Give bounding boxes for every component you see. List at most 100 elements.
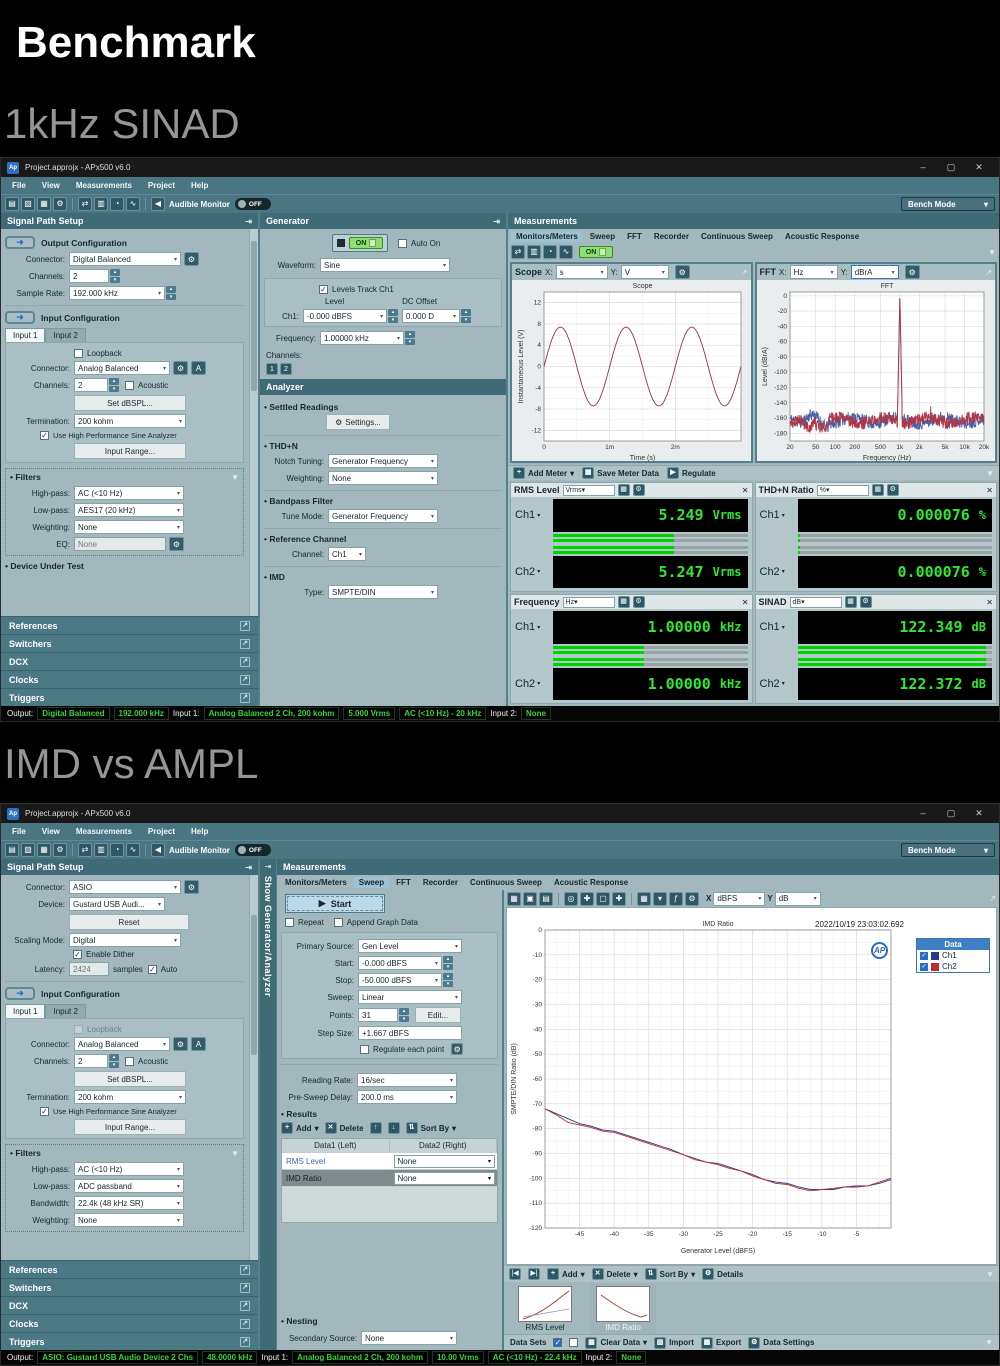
weighting-select[interactable]: None▾ <box>74 1213 184 1227</box>
frequency-stepper[interactable]: ▴▾ <box>405 331 415 345</box>
sweep-type-select[interactable]: Linear▾ <box>358 990 462 1004</box>
ch2-selector[interactable]: Ch2▾ <box>760 566 794 578</box>
tab-fft[interactable]: FFT <box>391 877 416 888</box>
legend-ch2[interactable]: ✓Ch2 <box>917 961 989 972</box>
details-button[interactable]: ⚙Details <box>702 1268 743 1280</box>
fft-x-select[interactable]: Hz▾ <box>790 265 838 279</box>
add-result-button[interactable]: +Add▾ <box>281 1122 319 1134</box>
menu-help[interactable]: Help <box>184 181 215 190</box>
meters-icon[interactable]: ▥ <box>94 843 108 857</box>
save-meter-data-button[interactable]: ▦Save Meter Data <box>582 467 659 479</box>
sidebar-item-references[interactable]: References↗ <box>1 1260 258 1278</box>
tab-acoustic-response[interactable]: Acoustic Response <box>549 877 633 888</box>
unit-select[interactable]: Hz▾ <box>563 597 615 608</box>
gear-icon[interactable]: ⚙ <box>860 596 872 608</box>
termination-select[interactable]: 200 kohm▾ <box>74 1090 186 1104</box>
settled-settings-button[interactable]: ⚙Settings... <box>326 414 390 430</box>
pre-sweep-delay-select[interactable]: 200.0 ms▾ <box>357 1090 457 1104</box>
latency-auto-checkbox[interactable]: ✓ <box>148 965 157 974</box>
points-input[interactable]: 31 <box>358 1008 398 1022</box>
ref-channel-select[interactable]: Ch1▾ <box>328 547 366 561</box>
audible-monitor-toggle[interactable]: OFF <box>235 198 271 210</box>
waveform-select[interactable]: Sine▾ <box>320 258 450 272</box>
input-mic-button[interactable]: A <box>191 1037 206 1051</box>
data-settings-button[interactable]: ⚙Data Settings <box>748 1337 814 1349</box>
output-connector-select[interactable]: Digital Balanced▾ <box>69 252 181 266</box>
new-file-icon[interactable]: ▤ <box>5 197 19 211</box>
loopback-checkbox[interactable] <box>74 349 83 358</box>
menu-project[interactable]: Project <box>141 181 182 190</box>
first-result-button[interactable]: |◀ <box>509 1268 521 1280</box>
meters-icon[interactable]: ▥ <box>527 245 541 259</box>
thdn-weighting-select[interactable]: None▾ <box>328 471 438 485</box>
tune-mode-select[interactable]: Generator Frequency▾ <box>328 509 438 523</box>
menu-file[interactable]: File <box>5 181 33 190</box>
scaling-mode-select[interactable]: Digital▾ <box>69 933 181 947</box>
tab-recorder[interactable]: Recorder <box>418 877 463 888</box>
popout-icon[interactable]: ↗ <box>977 598 984 607</box>
tab-monitors-meters[interactable]: Monitors/Meters <box>511 231 583 242</box>
gen-channel2-button[interactable]: 2 <box>280 363 292 375</box>
dataset1-checkbox[interactable]: ✓ <box>553 1338 562 1347</box>
move-down-button[interactable]: ↓ <box>388 1122 400 1134</box>
popout-icon[interactable]: ↗ <box>741 268 748 277</box>
output-connector-settings-button[interactable]: ⚙ <box>184 880 199 894</box>
bench-mode-button[interactable]: Bench Mode▾ <box>901 843 995 857</box>
left-scrollbar[interactable] <box>249 229 258 616</box>
display-mode-icon[interactable]: ▦ <box>845 596 857 608</box>
scope-y-select[interactable]: V▾ <box>621 265 669 279</box>
hpsa-checkbox[interactable]: ✓ <box>40 1107 49 1116</box>
tab-continuous-sweep[interactable]: Continuous Sweep <box>696 231 778 242</box>
sweep-stop-stepper[interactable]: ▴▾ <box>443 973 453 987</box>
unit-select[interactable]: Vrms▾ <box>563 485 615 496</box>
regulate-settings-button[interactable]: ⚙ <box>451 1043 463 1055</box>
level-input[interactable]: -0.000 dBFS▾ <box>303 309 387 323</box>
save-icon[interactable]: ▦ <box>37 843 51 857</box>
ch1-selector[interactable]: Ch1▾ <box>515 621 549 633</box>
sweep-start-stepper[interactable]: ▴▾ <box>443 956 453 970</box>
menu-measurements[interactable]: Measurements <box>69 827 139 836</box>
tab-sweep[interactable]: Sweep <box>354 877 389 888</box>
popout-icon[interactable]: ↗ <box>240 675 250 685</box>
fit-icon[interactable]: ▢ <box>596 892 610 906</box>
cursor-mode-icon[interactable]: ▾ <box>653 892 667 906</box>
close-icon[interactable]: ✕ <box>965 158 993 177</box>
graph-y-select[interactable]: dB▾ <box>775 892 821 906</box>
sidebar-item-triggers[interactable]: Triggers↗ <box>1 688 258 706</box>
tab-input1[interactable]: Input 1 <box>5 1004 45 1018</box>
popout-icon[interactable]: ↗ <box>240 1319 250 1329</box>
data2-select[interactable]: None▾ <box>394 1172 496 1185</box>
imd-type-select[interactable]: SMPTE/DIN▾ <box>328 585 438 599</box>
weighting-select[interactable]: None▾ <box>74 520 184 534</box>
input-range-button[interactable]: Input Range... <box>74 1119 186 1135</box>
open-file-icon[interactable]: ▧ <box>21 197 35 211</box>
set-dbspl-button[interactable]: Set dBSPL... <box>74 395 186 411</box>
secondary-source-select[interactable]: None▾ <box>361 1331 457 1345</box>
sidebar-item-dcx[interactable]: DCX↗ <box>1 1296 258 1314</box>
gen-channel1-button[interactable]: 1 <box>266 363 278 375</box>
pin-icon[interactable]: ▼ <box>986 469 994 478</box>
close-icon[interactable]: ✕ <box>742 598 749 607</box>
tab-input2[interactable]: Input 2 <box>45 1004 85 1018</box>
append-graph-checkbox[interactable] <box>334 918 343 927</box>
grid-icon[interactable]: ▦ <box>637 892 651 906</box>
termination-select[interactable]: 200 kohm▾ <box>74 414 186 428</box>
sidebar-item-clocks[interactable]: Clocks↗ <box>1 1314 258 1332</box>
menu-file[interactable]: File <box>5 827 33 836</box>
tab-sweep[interactable]: Sweep <box>585 231 620 242</box>
input-connector-settings-button[interactable]: ⚙ <box>173 361 188 375</box>
dc-offset-stepper[interactable]: ▴▾ <box>461 309 471 323</box>
gear-icon[interactable]: ⚙ <box>633 484 645 496</box>
ch2-visible-checkbox[interactable]: ✓ <box>920 963 928 971</box>
fx-icon[interactable]: ƒ <box>669 892 683 906</box>
repeat-checkbox[interactable] <box>285 918 294 927</box>
close-icon[interactable]: ✕ <box>986 486 993 495</box>
primary-source-select[interactable]: Gen Level▾ <box>358 939 462 953</box>
sidebar-item-switchers[interactable]: Switchers↗ <box>1 634 258 652</box>
delete-graph-button[interactable]: ✕Delete▾ <box>592 1268 638 1280</box>
eq-input[interactable]: None <box>74 537 166 551</box>
ch1-selector[interactable]: Ch1▾ <box>515 509 549 521</box>
acoustic-checkbox[interactable] <box>125 1057 134 1066</box>
sidebar-item-references[interactable]: References↗ <box>1 616 258 634</box>
scope-settings-button[interactable]: ⚙ <box>675 265 690 279</box>
